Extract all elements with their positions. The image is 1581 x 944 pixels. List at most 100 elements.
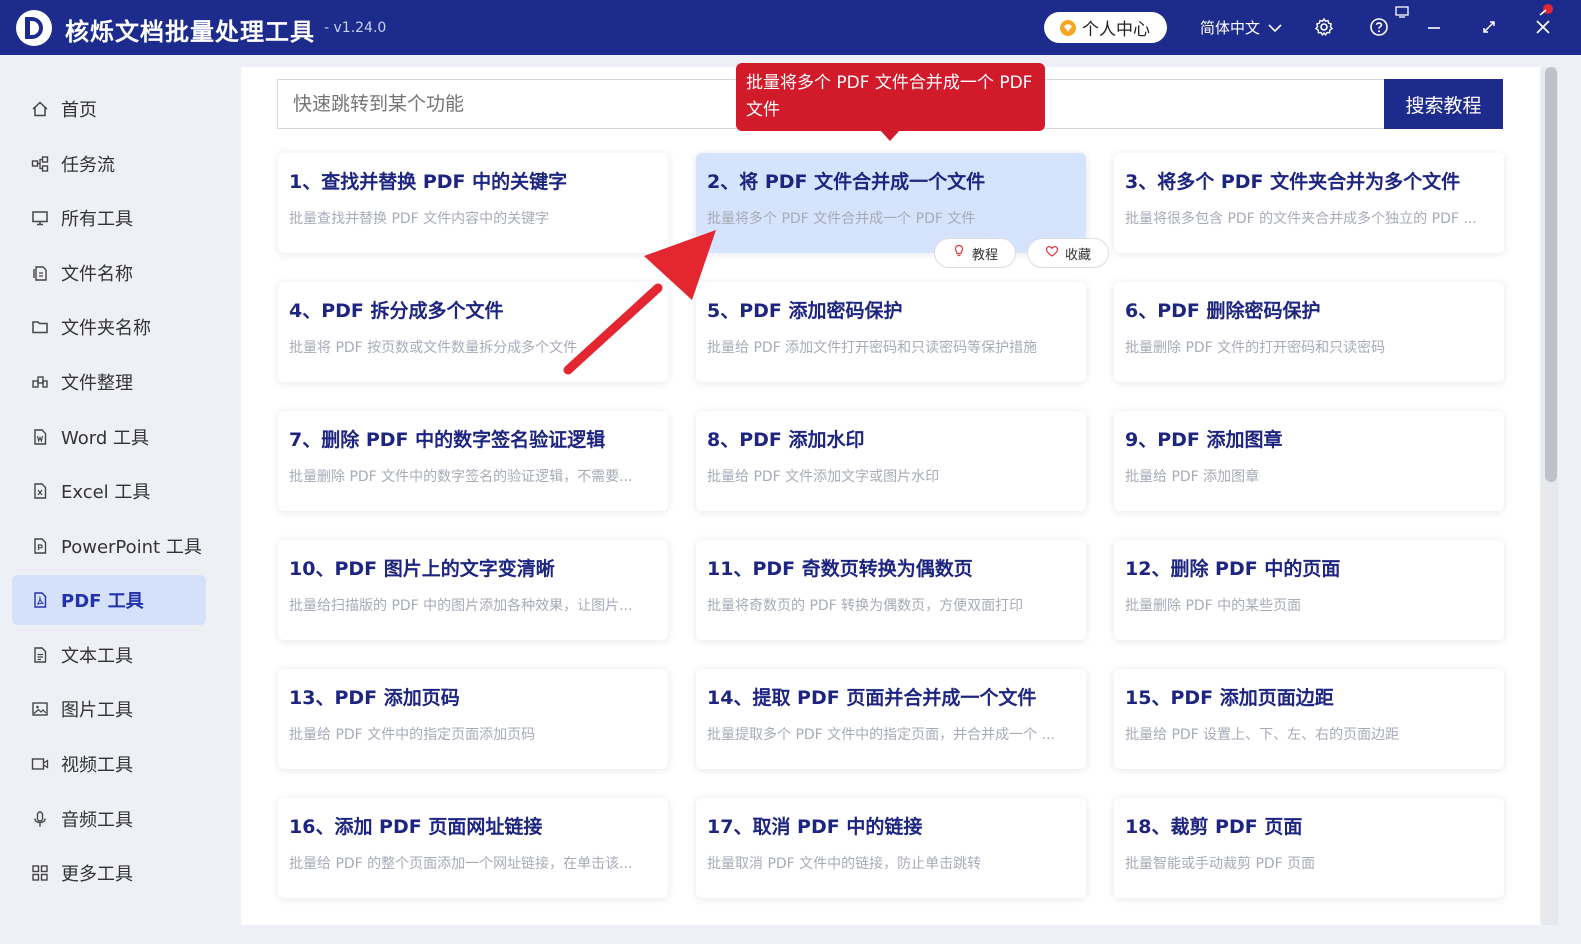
card-desc: 批量删除 PDF 中的某些页面 (1125, 598, 1302, 614)
help-icon[interactable] (1368, 16, 1390, 38)
sidebar-item-image[interactable]: 图片工具 (12, 684, 206, 734)
card-desc: 批量给 PDF 文件中的指定页面添加页码 (289, 727, 536, 743)
notification-badge-icon[interactable] (1536, 3, 1554, 19)
scrollbar-thumb[interactable] (1545, 67, 1557, 482)
sidebar-item-word[interactable]: Word 工具 (12, 412, 206, 462)
card-title: 3、将多个 PDF 文件夹合并为多个文件 (1125, 171, 1461, 193)
card-desc: 批量提取多个 PDF 文件中的指定页面，并合并成一个 ... (707, 727, 1055, 743)
sidebar-item-home[interactable]: 首页 (12, 84, 206, 134)
sidebar-item-text[interactable]: 文本工具 (12, 630, 206, 680)
card-title: 16、添加 PDF 页面网址链接 (289, 816, 543, 838)
app-version: - v1.24.0 (324, 20, 387, 36)
card-title: 11、PDF 奇数页转换为偶数页 (707, 558, 973, 580)
tooltip: 批量将多个 PDF 文件合并成一个 PDF 文件 (736, 63, 1045, 131)
tool-card[interactable]: 7、删除 PDF 中的数字签名验证逻辑 批量删除 PDF 文件中的数字签名的验证… (278, 411, 668, 511)
tooltip-arrow (880, 130, 900, 141)
grid-icon (31, 864, 49, 882)
title-bar: 核烁文档批量处理工具 - v1.24.0 个人中心 简体中文 (0, 0, 1581, 55)
card-desc: 批量给 PDF 添加文件打开密码和只读密码等保护措施 (707, 340, 1038, 356)
card-title: 17、取消 PDF 中的链接 (707, 816, 923, 838)
vip-diamond-icon (1060, 19, 1076, 36)
user-center-button[interactable]: 个人中心 (1044, 12, 1167, 43)
sidebar-item-label: 视频工具 (61, 755, 133, 776)
tool-card[interactable]: 11、PDF 奇数页转换为偶数页 批量将奇数页的 PDF 转换为偶数页，方便双面… (696, 540, 1086, 640)
excel-icon (31, 482, 49, 500)
sidebar-item-label: 文件整理 (61, 373, 133, 394)
expand-icon[interactable] (1478, 16, 1500, 38)
sidebar-item-file-name[interactable]: 文件名称 (12, 248, 206, 298)
card-desc: 批量将多个 PDF 文件合并成一个 PDF 文件 (707, 211, 976, 227)
organize-icon (31, 373, 49, 391)
card-title: 7、删除 PDF 中的数字签名验证逻辑 (289, 429, 606, 451)
card-title: 12、删除 PDF 中的页面 (1125, 558, 1341, 580)
text-icon (31, 646, 49, 664)
sidebar-item-excel[interactable]: Excel 工具 (12, 466, 206, 516)
search-tutorial-button[interactable]: 搜索教程 (1384, 79, 1503, 129)
tool-card-highlighted[interactable]: 2、将 PDF 文件合并成一个文件 批量将多个 PDF 文件合并成一个 PDF … (696, 153, 1086, 253)
favorite-label: 收藏 (1064, 247, 1091, 263)
sidebar-item-label: 更多工具 (61, 864, 133, 885)
sidebar-item-label: PowerPoint 工具 (61, 537, 202, 558)
tool-card[interactable]: 9、PDF 添加图章 批量给 PDF 添加图章 (1114, 411, 1504, 511)
tool-card[interactable]: 17、取消 PDF 中的链接 批量取消 PDF 文件中的链接，防止单击跳转 (696, 798, 1086, 898)
tool-card[interactable]: 5、PDF 添加密码保护 批量给 PDF 添加文件打开密码和只读密码等保护措施 (696, 282, 1086, 382)
powerpoint-icon (31, 537, 49, 555)
card-desc: 批量将很多包含 PDF 的文件夹合并成多个独立的 PDF ... (1125, 211, 1477, 227)
minimize-icon[interactable] (1423, 16, 1445, 38)
sidebar-item-powerpoint[interactable]: PowerPoint 工具 (12, 521, 206, 571)
card-desc: 批量取消 PDF 文件中的链接，防止单击跳转 (707, 856, 982, 872)
sidebar-item-label: Word 工具 (61, 428, 149, 449)
language-select[interactable]: 简体中文 (1200, 17, 1282, 38)
app-logo (16, 10, 52, 46)
tool-card[interactable]: 18、裁剪 PDF 页面 批量智能或手动裁剪 PDF 页面 (1114, 798, 1504, 898)
card-title: 9、PDF 添加图章 (1125, 429, 1283, 451)
pdf-icon (31, 591, 49, 609)
sidebar-item-organize[interactable]: 文件整理 (12, 357, 206, 407)
home-icon (31, 100, 49, 118)
tool-card[interactable]: 6、PDF 删除密码保护 批量删除 PDF 文件的打开密码和只读密码 (1114, 282, 1504, 382)
sidebar: 首页 任务流 所有工具 文件名称 文件夹名称 文件整理 Word 工具 Exce… (0, 55, 220, 944)
tool-card[interactable]: 15、PDF 添加页面边距 批量给 PDF 设置上、下、左、右的页面边距 (1114, 669, 1504, 769)
sidebar-item-video[interactable]: 视频工具 (12, 739, 206, 789)
sidebar-item-label: Excel 工具 (61, 482, 151, 503)
file-name-icon (31, 264, 49, 282)
tool-card[interactable]: 8、PDF 添加水印 批量给 PDF 文件添加文字或图片水印 (696, 411, 1086, 511)
sidebar-item-label: 文本工具 (61, 646, 133, 667)
tool-card[interactable]: 10、PDF 图片上的文字变清晰 批量给扫描版的 PDF 中的图片添加各种效果，… (278, 540, 668, 640)
tool-card[interactable]: 16、添加 PDF 页面网址链接 批量给 PDF 的整个页面添加一个网址链接，在… (278, 798, 668, 898)
sidebar-item-label: 首页 (61, 100, 97, 121)
card-title: 2、将 PDF 文件合并成一个文件 (707, 171, 986, 193)
sidebar-item-more[interactable]: 更多工具 (12, 848, 206, 898)
tool-card[interactable]: 12、删除 PDF 中的页面 批量删除 PDF 中的某些页面 (1114, 540, 1504, 640)
chevron-down-icon (1268, 19, 1282, 37)
sidebar-item-label: 文件夹名称 (61, 318, 151, 339)
sidebar-item-workflow[interactable]: 任务流 (12, 139, 206, 189)
gear-icon[interactable] (1313, 16, 1335, 38)
tutorial-button[interactable]: 教程 (934, 238, 1016, 268)
card-desc: 批量给扫描版的 PDF 中的图片添加各种效果，让图片... (289, 598, 633, 614)
card-title: 15、PDF 添加页面边距 (1125, 687, 1334, 709)
card-desc: 批量给 PDF 的整个页面添加一个网址链接，在单击该... (289, 856, 633, 872)
card-desc: 批量给 PDF 添加图章 (1125, 469, 1260, 485)
card-desc: 批量给 PDF 设置上、下、左、右的页面边距 (1125, 727, 1400, 743)
card-desc: 批量将奇数页的 PDF 转换为偶数页，方便双面打印 (707, 598, 1024, 614)
tool-card[interactable]: 14、提取 PDF 页面并合并成一个文件 批量提取多个 PDF 文件中的指定页面… (696, 669, 1086, 769)
sidebar-item-label: 音频工具 (61, 810, 133, 831)
video-icon (31, 755, 49, 773)
screen-icon[interactable] (1394, 4, 1410, 20)
sidebar-item-audio[interactable]: 音频工具 (12, 794, 206, 844)
sidebar-item-all-tools[interactable]: 所有工具 (12, 193, 206, 243)
sidebar-item-label: 任务流 (61, 155, 115, 176)
card-title: 13、PDF 添加页码 (289, 687, 460, 709)
tool-card[interactable]: 13、PDF 添加页码 批量给 PDF 文件中的指定页面添加页码 (278, 669, 668, 769)
card-desc: 批量智能或手动裁剪 PDF 页面 (1125, 856, 1316, 872)
card-desc: 批量删除 PDF 文件中的数字签名的验证逻辑，不需要... (289, 469, 633, 485)
tool-card[interactable]: 3、将多个 PDF 文件夹合并为多个文件 批量将很多包含 PDF 的文件夹合并成… (1114, 153, 1504, 253)
lightbulb-icon (952, 244, 966, 262)
card-title: 6、PDF 删除密码保护 (1125, 300, 1321, 322)
sidebar-item-pdf[interactable]: PDF 工具 (12, 575, 206, 625)
favorite-button[interactable]: 收藏 (1027, 238, 1109, 268)
monitor-icon (31, 209, 49, 227)
sidebar-item-folder-name[interactable]: 文件夹名称 (12, 302, 206, 352)
close-icon[interactable] (1532, 16, 1554, 38)
